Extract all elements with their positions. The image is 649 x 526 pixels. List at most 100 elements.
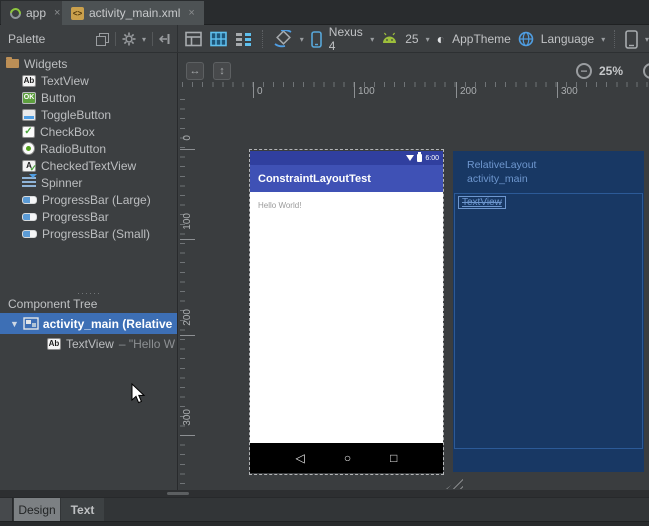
device-selection-frame[interactable]: 6:00 ConstraintLayoutTest Hello World! ◁… [249,149,444,475]
spinner-icon [22,177,36,188]
ruler-label: 300 [557,82,578,98]
tab-text[interactable]: Text [61,498,104,521]
language-globe-icon [518,31,534,47]
wifi-icon [406,155,414,161]
item-label: ProgressBar (Large) [42,193,151,207]
navigation-bar: ◁ ○ □ [250,443,443,473]
orientation-icon[interactable] [273,30,293,48]
separator [614,30,616,48]
button-icon: OK [22,92,36,104]
preview-mode-icon[interactable] [96,33,109,46]
toolbar-row: Palette ▾ [0,25,649,53]
zoom-level: 25% [599,64,623,78]
virtual-device-icon[interactable] [625,30,638,49]
palette-item-progressbar[interactable]: ProgressBar [0,208,178,225]
item-label: Button [41,91,76,105]
palette-item-textview[interactable]: Ab TextView [0,72,178,89]
theme-icon: ◐ [437,32,445,46]
zoom-in-button[interactable] [643,63,649,79]
palette-item-button[interactable]: OK Button [0,89,178,106]
hide-panel-icon[interactable] [159,33,171,45]
palette-group-widgets[interactable]: Widgets [0,55,178,72]
textview-hello-world[interactable]: Hello World! [258,201,301,210]
zoom-out-button[interactable]: − [576,63,592,79]
ruler-label: 300 [182,409,193,426]
item-label: TextView [41,74,89,88]
status-strip [0,521,649,526]
ruler-tick [180,335,195,336]
status-time: 6:00 [425,155,439,162]
chevron-down-icon: ▾ [645,35,649,44]
item-label: Spinner [41,176,82,190]
app-bar: ConstraintLayoutTest [250,165,443,192]
tab-label: activity_main.xml [89,6,180,20]
design-view-icon[interactable] [185,31,203,47]
ruler-tick [180,435,195,436]
blueprint-textview[interactable]: TextView [458,196,506,209]
status-bar: 6:00 [250,151,443,165]
scrollbar-thumb[interactable] [167,492,189,495]
palette-item-togglebutton[interactable]: ToggleButton [0,106,178,123]
progressbar-icon [22,230,37,238]
palette-title: Palette [8,32,45,46]
ruler-label: 100 [354,82,375,98]
ruler-label: 200 [456,82,477,98]
close-icon[interactable]: × [54,7,60,19]
design-surface: ↔ ↕ − 25% 0 100 200 300 0 100 200 300 6:… [179,53,649,490]
bottom-corner [0,498,13,521]
language-selector[interactable]: Language [541,32,594,46]
ruler-label: 0 [182,135,193,141]
textview-icon: Ab [47,338,61,350]
chevron-down-icon: ▾ [142,35,146,44]
tree-row-activity-main[interactable]: ▼ activity_main (Relative [0,313,178,334]
component-tree-title: Component Tree [8,296,97,312]
checkbox-icon: ✓ [22,126,35,138]
tab-design[interactable]: Design [14,498,60,521]
editor-tab-strip: app × <> activity_main.xml × [0,0,649,25]
horizontal-scrollbar[interactable] [0,490,649,497]
progressbar-icon [22,196,37,204]
match-width-button[interactable]: ↔ [186,62,204,80]
match-height-button[interactable]: ↕ [213,62,231,80]
nav-back-icon: ◁ [296,451,305,465]
separator [152,32,153,46]
chevron-down-icon: ▾ [426,35,430,44]
both-views-icon[interactable] [235,31,253,47]
chevron-down-icon: ▾ [601,35,605,44]
folder-icon [6,59,19,68]
checkedtextview-icon: A [22,160,36,172]
tab-activity-main[interactable]: <> activity_main.xml × [62,1,204,25]
palette-item-checkbox[interactable]: ✓ CheckBox [0,123,178,140]
tree-child-value: – "Hello W [119,337,175,351]
tab-label: app [26,6,46,20]
palette-item-progressbar-large[interactable]: ProgressBar (Large) [0,191,178,208]
api-level-selector[interactable]: 25 [405,32,418,46]
android-studio-layout-editor: app × <> activity_main.xml × Palette ▾ [0,0,649,526]
tree-child-label: TextView [66,337,114,351]
blueprint-view-icon[interactable] [210,31,228,47]
blueprint-view[interactable]: RelativeLayout activity_main TextView [453,151,644,472]
ruler-label: 100 [182,213,193,230]
togglebutton-icon [22,109,36,121]
tab-app[interactable]: app × [1,1,69,25]
item-label: CheckedTextView [41,159,136,173]
gear-icon[interactable] [122,32,136,46]
relativelayout-icon [23,317,39,330]
progressbar-icon [22,213,37,221]
palette-item-spinner[interactable]: Spinner [0,174,178,191]
palette-item-radiobutton[interactable]: RadioButton [0,140,178,157]
close-icon[interactable]: × [188,7,194,19]
layout-content: Hello World! [250,192,443,443]
tree-row-textview[interactable]: Ab TextView – "Hello W [0,334,178,353]
palette-item-checkedtextview[interactable]: A CheckedTextView [0,157,178,174]
expander-icon[interactable]: ▼ [10,319,19,329]
left-panel: Widgets Ab TextView OK Button ToggleButt… [0,53,178,490]
device-selector[interactable]: Nexus 4 [329,25,363,53]
resize-handle[interactable] [446,476,463,489]
device-icon [311,31,322,48]
palette-item-progressbar-small[interactable]: ProgressBar (Small) [0,225,178,242]
item-label: RadioButton [40,142,106,156]
theme-selector[interactable]: AppTheme [452,32,511,46]
item-label: ProgressBar [42,210,109,224]
nav-home-icon: ○ [344,451,351,465]
